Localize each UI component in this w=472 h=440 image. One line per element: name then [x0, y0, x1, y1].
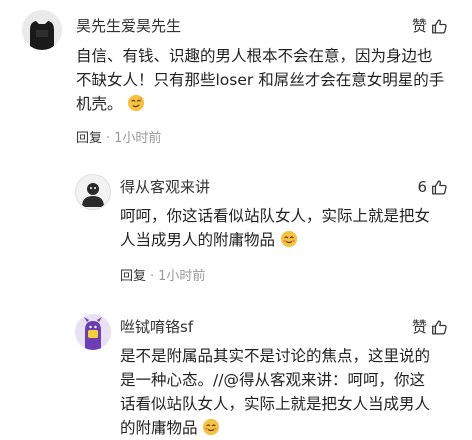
comment-line-last: 机壳。 [76, 92, 456, 116]
comment-author[interactable]: 昊先生爱昊先生 [76, 16, 181, 36]
like-button[interactable]: 赞 [412, 16, 448, 36]
comment-meta: 回复 · 1小时前 [120, 268, 205, 286]
thumbs-up-icon [432, 18, 447, 34]
comment-line-last: 的附庸物品 [120, 416, 460, 440]
comment-author[interactable]: 得从客观来讲 [120, 177, 210, 197]
comment-line: 不缺女人！只有那些loser 和屌丝才会在意女明星的手 [76, 71, 445, 89]
comment-line-last: 人当成男人的附庸物品 [120, 228, 460, 252]
comment-line: 呵呵，你这话看似站队女人，实际上就是把女 [120, 207, 431, 225]
thumbs-up-icon [432, 179, 447, 195]
like-count: 6 [417, 178, 427, 196]
meta-separator: · [150, 269, 155, 284]
comment-author[interactable]: 咝铽唷铬sf [120, 317, 193, 337]
comment-body: 呵呵，你这话看似站队女人，实际上就是把女 人当成男人的附庸物品 [120, 204, 460, 252]
thumbs-up-icon [432, 319, 447, 335]
comment-time: 1小时前 [158, 269, 206, 284]
like-label: 赞 [411, 17, 427, 35]
comment-thread: 昊先生爱昊先生 赞 自信、有钱、识趣的男人根本不会在意，因为身边也 不缺女人！只… [0, 0, 472, 440]
shy-smile-emoji [280, 230, 298, 248]
avatar-image [76, 175, 110, 209]
comment-line: 是一种心态。//@得从客观来讲：呵呵，你这 [120, 371, 425, 389]
avatar-image [22, 10, 62, 50]
comment-line: 话看似站队女人，实际上就是把女人当成男人 [120, 395, 431, 413]
avatar-image [75, 314, 111, 350]
comment-item: 咝铽唷铬sf 赞 是不是附属品其实不是讨论的焦点，这里说的 是一种心态。//@得… [0, 300, 472, 440]
reply-button[interactable]: 回复 [120, 269, 146, 284]
like-button[interactable]: 赞 [412, 317, 448, 337]
comment-meta: 回复 · 1小时前 [76, 130, 161, 148]
like-label: 赞 [411, 318, 427, 336]
comment-body: 是不是附属品其实不是讨论的焦点，这里说的 是一种心态。//@得从客观来讲：呵呵，… [120, 344, 460, 440]
comment-line: 机壳。 [76, 95, 123, 113]
like-button[interactable]: 6 [417, 177, 448, 197]
comment-time: 1小时前 [114, 131, 162, 146]
smirk-face-emoji [128, 94, 145, 112]
reply-button[interactable]: 回复 [76, 131, 102, 146]
comment-line: 的附庸物品 [120, 419, 198, 437]
comment-item: 得从客观来讲 6 呵呵，你这话看似站队女人，实际上就是把女 人当成男人的附庸物品 [0, 160, 472, 300]
comment-item: 昊先生爱昊先生 赞 自信、有钱、识趣的男人根本不会在意，因为身边也 不缺女人！只… [0, 0, 472, 160]
avatar[interactable] [75, 174, 111, 210]
avatar[interactable] [22, 10, 62, 50]
avatar[interactable] [75, 314, 111, 350]
meta-separator: · [106, 131, 111, 146]
comment-line: 自信、有钱、识趣的男人根本不会在意，因为身边也 [76, 47, 433, 65]
comment-line: 是不是附属品其实不是讨论的焦点，这里说的 [120, 347, 431, 365]
comment-body: 自信、有钱、识趣的男人根本不会在意，因为身边也 不缺女人！只有那些loser 和… [76, 44, 456, 116]
shy-smile-emoji [203, 418, 220, 436]
comment-line: 人当成男人的附庸物品 [120, 231, 276, 249]
